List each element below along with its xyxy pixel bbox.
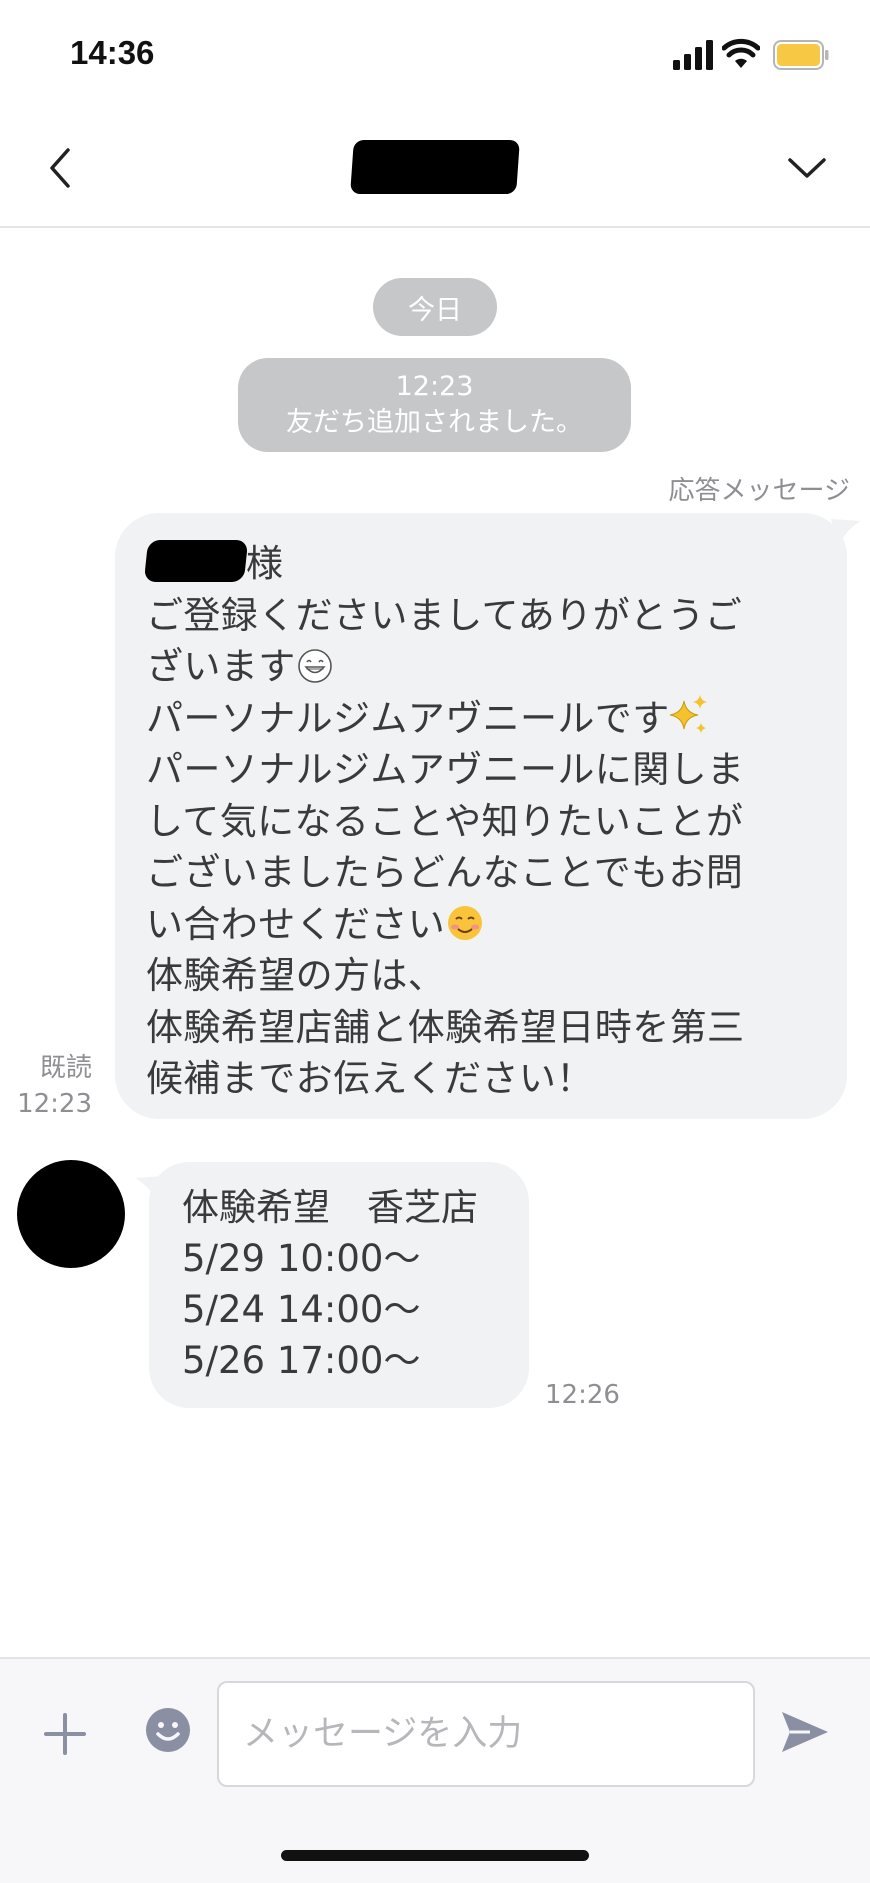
incoming-message-bubble[interactable]: 体験希望 香芝店 5/29 10:00～ 5/24 14:00～ 5/26 17… (135, 1162, 529, 1408)
message-line: パーソナルジムアヴニールに関しま (146, 748, 745, 791)
plus-icon[interactable] (40, 1709, 90, 1759)
message-line: ざいます (146, 641, 821, 693)
message-line: パーソナルジムアヴニールです (146, 693, 821, 745)
bubble-tail (831, 519, 861, 549)
message-line: 5/24 14:00～ (182, 1288, 421, 1331)
read-label: 既読 (39, 1053, 92, 1083)
cellular-signal-icon (673, 40, 713, 70)
battery-icon (773, 40, 829, 70)
wifi-icon (722, 38, 760, 68)
smiling-face-emoji-icon (448, 905, 483, 940)
message-line: 体験希望店舗と体験希望日時を第三 (146, 1005, 745, 1049)
message-line: 様 (143, 538, 821, 590)
message-line: 5/26 17:00～ (182, 1339, 421, 1382)
chevron-down-icon[interactable] (782, 146, 832, 190)
chat-title-redacted (350, 140, 520, 194)
message-time: 12:26 (545, 1380, 620, 1410)
read-status: 既読 12:23 (17, 1050, 92, 1122)
status-time: 14:36 (70, 34, 155, 71)
message-time: 12:23 (17, 1089, 92, 1119)
system-message: 12:23 友だち追加されました。 (238, 358, 631, 452)
avatar[interactable] (17, 1160, 125, 1268)
redacted-name (143, 540, 249, 582)
home-indicator[interactable] (281, 1850, 589, 1861)
message-line: して気になることや知りたいことが (146, 799, 744, 843)
message-line: 5/29 10:00～ (182, 1237, 421, 1280)
message-line: ございましたらどんなことでもお問 (146, 851, 744, 894)
date-separator: 今日 (373, 278, 497, 336)
emoji-icon[interactable] (145, 1707, 191, 1753)
message-line: 体験希望の方は、 (146, 954, 446, 997)
bubble-tail (135, 1176, 165, 1206)
chat-header (0, 110, 870, 228)
auto-reply-label: 応答メッセージ (668, 476, 850, 506)
sparkles-icon (669, 694, 707, 733)
system-message-text: 友だち追加されました。 (286, 407, 583, 438)
message-line: い合わせください (146, 899, 821, 951)
grinning-emoji-icon (297, 649, 332, 683)
outgoing-message-bubble[interactable]: 様 ご登録くださいましてありがとうご ざいます パーソナルジムアヴニールです パ… (115, 513, 861, 1119)
message-line: 候補までお伝えください！ (146, 1057, 594, 1100)
send-icon[interactable] (780, 1709, 830, 1755)
system-message-time: 12:23 (395, 371, 474, 402)
back-button[interactable] (36, 138, 86, 198)
status-bar: 14:36 (0, 0, 870, 110)
message-input[interactable] (217, 1681, 755, 1787)
message-line: 体験希望 香芝店 (182, 1186, 478, 1229)
message-line: ご登録くださいましてありがとうご (146, 593, 743, 637)
